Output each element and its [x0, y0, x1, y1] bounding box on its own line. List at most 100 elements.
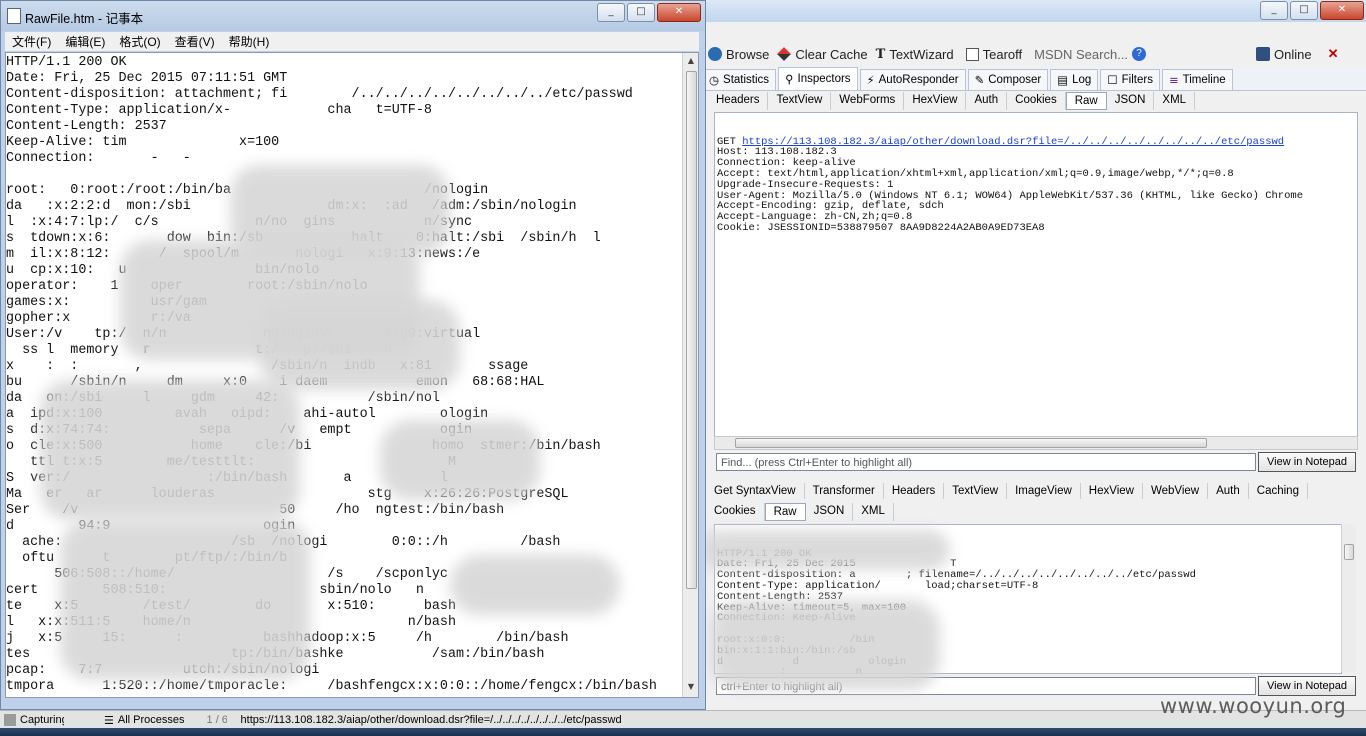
- tab-inspectors[interactable]: ⚲ Inspectors: [778, 67, 858, 90]
- clear-cache-button[interactable]: Clear Cache: [777, 47, 868, 62]
- view-in-notepad-button[interactable]: View in Notepad: [1258, 452, 1356, 472]
- resp-tab-headers[interactable]: Headers: [884, 483, 945, 499]
- request-horizontal-scrollbar[interactable]: [714, 436, 1358, 450]
- menu-format[interactable]: 格式(O): [112, 32, 167, 51]
- req-tab-auth[interactable]: Auth: [966, 92, 1008, 110]
- menu-edit[interactable]: 编辑(E): [58, 32, 112, 51]
- notepad-title-bar: RawFile.htm - 记事本 _ □ ✕: [1, 1, 705, 31]
- req-tab-cookies[interactable]: Cookies: [1007, 92, 1066, 110]
- resp-tab-raw[interactable]: Raw: [764, 503, 806, 521]
- scroll-up-icon[interactable]: ▲: [683, 53, 698, 69]
- redaction-blur: [60, 520, 310, 680]
- menu-file[interactable]: 文件(F): [5, 32, 58, 51]
- windows-taskbar: [0, 728, 1366, 736]
- watermark: www.wooyun.org: [1160, 694, 1347, 718]
- session-count: 1 / 65: [206, 714, 227, 726]
- close-pane-button[interactable]: ✕: [1328, 46, 1339, 62]
- close-button[interactable]: ✕: [657, 3, 701, 22]
- resp-tab-hexview[interactable]: HexView: [1081, 483, 1143, 499]
- minimize-button[interactable]: _: [1260, 1, 1288, 20]
- checkbox-icon: ☐: [1107, 73, 1118, 87]
- req-tab-raw[interactable]: Raw: [1065, 92, 1107, 110]
- resp-tab-xml[interactable]: XML: [853, 503, 894, 521]
- resp-tab-imageview[interactable]: ImageView: [1007, 483, 1081, 499]
- redaction-blur: [710, 600, 940, 690]
- capturing-status[interactable]: Capturing: [20, 714, 64, 726]
- browse-button[interactable]: Browse: [708, 47, 769, 62]
- tearoff-button[interactable]: Tearoff: [965, 47, 1022, 62]
- fiddler-title-bar: _ □ ✕: [700, 0, 1366, 22]
- menu-view[interactable]: 查看(V): [168, 32, 222, 51]
- resp-tab-textview[interactable]: TextView: [944, 483, 1008, 499]
- tab-statistics[interactable]: ◷ Statistics: [702, 69, 777, 90]
- process-filter[interactable]: All Processes: [118, 714, 185, 726]
- tab-autoresponder[interactable]: ⚡ AutoResponder: [859, 69, 966, 90]
- tab-filters[interactable]: ☐ Filters: [1100, 69, 1160, 90]
- redaction-blur: [700, 530, 950, 570]
- req-tab-xml[interactable]: XML: [1154, 92, 1196, 110]
- notepad-vertical-scrollbar[interactable]: ▲ ▼: [682, 53, 698, 697]
- notepad-line: Content-Type: application/x- cha t=UTF-8: [6, 103, 432, 118]
- response-inspector-tabs: Get SyntaxView Transformer Headers TextV…: [714, 483, 1308, 499]
- composer-icon: ✎: [974, 73, 985, 87]
- scrollbar-thumb[interactable]: [1344, 544, 1354, 560]
- notepad-line: tmpora 1:520::/home/tmporacle: /bashfeng…: [6, 679, 657, 694]
- resp-tab-webview[interactable]: WebView: [1143, 483, 1209, 499]
- network-icon: [1256, 47, 1271, 61]
- request-raw-view[interactable]: GET https://113.108.182.3/aiap/other/dow…: [714, 112, 1358, 438]
- tab-timeline[interactable]: ≡ Timeline: [1161, 69, 1233, 90]
- scrollbar-thumb[interactable]: [735, 438, 1207, 448]
- resp-tab-auth[interactable]: Auth: [1208, 483, 1249, 499]
- resp-tab-json[interactable]: JSON: [806, 503, 854, 521]
- response-vertical-scrollbar[interactable]: [1341, 524, 1356, 672]
- inspect-icon: ⚲: [785, 72, 794, 86]
- req-tab-headers[interactable]: Headers: [708, 92, 769, 110]
- notepad-line: HTTP/1.1 200 OK: [6, 55, 127, 70]
- log-icon: ▤: [1057, 73, 1069, 87]
- notepad-line: Content-disposition: attachment; fi /../…: [6, 87, 633, 102]
- scrollbar-thumb[interactable]: [686, 71, 697, 589]
- response-inspector-tabs-row2: Cookies Raw JSON XML: [714, 503, 894, 521]
- online-indicator[interactable]: Online: [1256, 47, 1312, 62]
- request-headers-text: Host: 113.108.182.3 Connection: keep-ali…: [717, 146, 1303, 234]
- request-inspector-tabs: Headers TextView WebForms HexView Auth C…: [708, 92, 1196, 110]
- resp-tab-cookies[interactable]: Cookies: [714, 503, 765, 521]
- minimize-button[interactable]: _: [597, 3, 625, 22]
- maximize-button[interactable]: □: [627, 3, 655, 22]
- textwizard-button[interactable]: T TextWizard: [876, 47, 954, 62]
- help-icon[interactable]: ?: [1132, 47, 1147, 61]
- tab-log[interactable]: ▤ Log: [1050, 69, 1099, 90]
- redaction-blur: [380, 420, 540, 500]
- req-tab-json[interactable]: JSON: [1107, 92, 1155, 110]
- close-button[interactable]: ✕: [1320, 1, 1364, 20]
- textwizard-icon: T: [875, 46, 886, 62]
- menu-help[interactable]: 帮助(H): [222, 32, 277, 51]
- browse-icon: [708, 47, 722, 61]
- redaction-blur: [450, 555, 620, 615]
- view-in-notepad-button-bottom[interactable]: View in Notepad: [1258, 676, 1356, 696]
- redaction-blur: [40, 380, 300, 520]
- fiddler-toolbar: Browse Clear Cache T TextWizard Tearoff …: [700, 42, 1366, 66]
- resp-tab-syntaxview[interactable]: Get SyntaxView: [714, 483, 805, 499]
- tearoff-icon: [965, 47, 979, 61]
- resp-tab-transformer[interactable]: Transformer: [805, 483, 884, 499]
- req-tab-webforms[interactable]: WebForms: [831, 92, 905, 110]
- stopwatch-icon: ◷: [709, 73, 720, 87]
- clear-cache-icon: [777, 47, 792, 61]
- request-find-input[interactable]: Find... (press Ctrl+Enter to highlight a…: [716, 453, 1256, 471]
- notepad-menubar: 文件(F) 编辑(E) 格式(O) 查看(V) 帮助(H): [5, 32, 699, 51]
- notepad-icon: [7, 8, 21, 24]
- resp-tab-caching[interactable]: Caching: [1249, 483, 1308, 499]
- notepad-line: Date: Fri, 25 Dec 2015 07:11:51 GMT: [6, 71, 288, 86]
- timeline-icon: ≡: [1168, 73, 1179, 87]
- maximize-button[interactable]: □: [1290, 1, 1318, 20]
- selected-url: https://113.108.182.3/aiap/other/downloa…: [240, 714, 622, 726]
- notepad-line: Content-Length: 2537: [6, 119, 167, 134]
- tab-composer[interactable]: ✎ Composer: [967, 69, 1049, 90]
- scroll-down-icon[interactable]: ▼: [683, 679, 698, 695]
- lightning-icon: ⚡: [866, 73, 875, 87]
- fiddler-main-tabs: ◷ Statistics ⚲ Inspectors ⚡ AutoResponder ✎…: [700, 67, 1366, 91]
- req-tab-textview[interactable]: TextView: [768, 92, 832, 110]
- msdn-search-input[interactable]: MSDN Search... ?: [1034, 47, 1147, 62]
- req-tab-hexview[interactable]: HexView: [904, 92, 967, 110]
